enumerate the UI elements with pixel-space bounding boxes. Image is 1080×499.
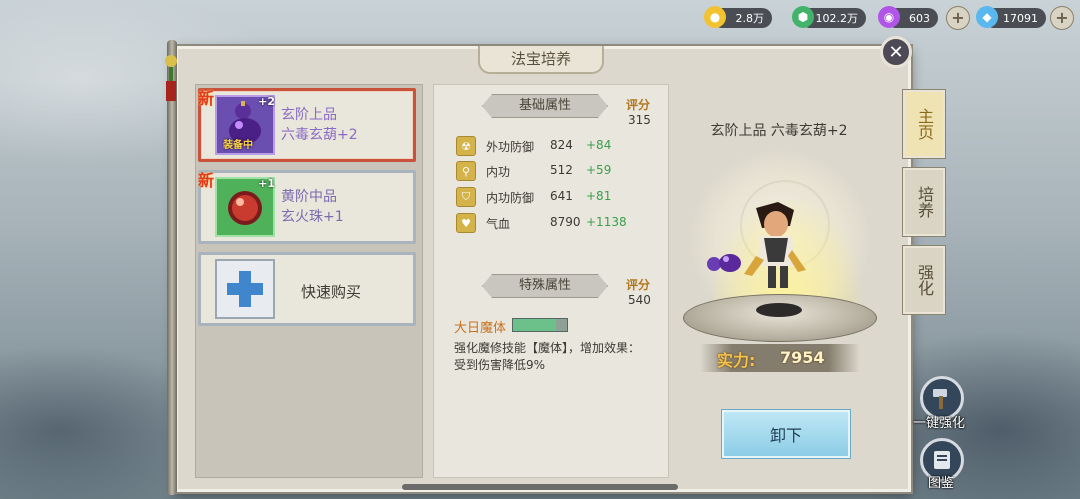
special-score-label: 评分 — [626, 278, 651, 292]
tab-label: 主页 — [915, 108, 934, 140]
attr-name: 内功 — [486, 165, 511, 179]
attr-bonus: +81 — [586, 189, 612, 203]
tab-label: 强化 — [915, 264, 934, 296]
diamond-value: 17091 — [1003, 11, 1038, 25]
horizontal-scrollbar[interactable] — [402, 484, 678, 490]
basic-score-value: 315 — [628, 113, 651, 127]
item-title: 六毒玄葫+2 — [281, 127, 358, 143]
item-frame: +1 — [215, 177, 275, 237]
codex-label: 图鉴 — [928, 476, 955, 491]
quick-buy-button[interactable]: 快速购买 — [198, 252, 416, 326]
attr-value: 8790 — [550, 215, 581, 229]
attr-name: 内功防御 — [486, 191, 535, 205]
panel-title: 法宝培养 — [478, 46, 604, 74]
jade-icon: ⬢ — [792, 6, 814, 28]
gold-counter: ● 2.8万 — [704, 6, 772, 28]
plus-icon — [227, 271, 263, 307]
list-item-gourd[interactable]: +2 装备中 新 玄阶上品 六毒玄葫+2 — [198, 88, 416, 162]
book-icon — [934, 451, 950, 469]
attr-name: 气血 — [486, 217, 511, 231]
attr-bonus: +59 — [586, 163, 612, 177]
magnify-icon: ⚲ — [456, 161, 476, 181]
plus-frame — [215, 259, 275, 319]
basic-score-label: 评分 — [626, 98, 651, 112]
add-orb-button[interactable]: + — [946, 6, 970, 30]
attr-name: 外功防御 — [486, 140, 535, 154]
tab-label: 培养 — [915, 186, 934, 218]
hero-character — [744, 202, 806, 288]
unequip-button[interactable]: 卸下 — [722, 410, 850, 458]
attr-row: ☢ 外功防御 824 +84 — [456, 136, 656, 158]
special-progress-bar — [512, 318, 568, 332]
close-button[interactable]: ✕ — [880, 36, 912, 68]
shield-icon: ⛉ — [456, 187, 476, 207]
equipment-title: 玄阶上品 六毒玄葫+2 — [710, 123, 848, 139]
gold-coin-icon: ● — [704, 6, 726, 28]
purple-orb-icon: ◉ — [878, 6, 900, 28]
item-name: 黄阶中品 玄火珠+1 — [281, 187, 344, 227]
new-badge: 新 — [198, 89, 215, 108]
quick-buy-label: 快速购买 — [301, 283, 362, 301]
crossed-swords-icon: ✕ — [888, 41, 904, 63]
attr-value: 641 — [550, 189, 573, 203]
special-progress-fill — [513, 319, 557, 331]
list-item-fire-pearl[interactable]: +1 新 黄阶中品 玄火珠+1 — [198, 170, 416, 244]
power-value: 7954 — [780, 348, 825, 367]
item-frame: +2 装备中 — [215, 95, 275, 155]
tab-enhance[interactable]: 强化 — [903, 246, 945, 314]
attr-bonus: +1138 — [586, 215, 627, 229]
heart-icon: ♥ — [456, 213, 476, 233]
power-label: 实力: — [717, 351, 756, 370]
basic-attributes-title: 基础属性 — [482, 94, 608, 118]
special-skill-name: 大日魔体 — [454, 321, 507, 336]
purple-orb-counter: ◉ 603 — [878, 6, 938, 28]
attr-row: ⛉ 内功防御 641 +81 — [456, 187, 656, 209]
attr-value: 824 — [550, 138, 573, 152]
purple-orb-value: 603 — [909, 11, 930, 25]
diamond-icon: ◆ — [976, 6, 998, 28]
item-title: 玄火珠+1 — [281, 209, 344, 225]
item-level: +1 — [258, 177, 275, 190]
pedestal — [683, 294, 877, 342]
tab-home[interactable]: 主页 — [903, 90, 945, 158]
gold-value: 2.8万 — [735, 12, 765, 25]
equipped-tag: 装备中 — [223, 140, 253, 151]
add-diamond-button[interactable]: + — [1050, 6, 1074, 30]
attr-row: ♥ 气血 8790 +1138 — [456, 213, 656, 235]
tassel-decoration — [165, 55, 177, 103]
item-name: 玄阶上品 六毒玄葫+2 — [281, 105, 358, 145]
attr-value: 512 — [550, 163, 573, 177]
scroll-rod-decoration — [167, 40, 177, 495]
armor-icon: ☢ — [456, 136, 476, 156]
item-grade: 黄阶中品 — [281, 189, 337, 205]
diamond-counter: ◆ 17091 — [976, 6, 1046, 28]
one-click-enhance-label: 一键强化 — [913, 416, 966, 431]
special-attributes-title: 特殊属性 — [482, 274, 608, 298]
item-grade: 玄阶上品 — [281, 107, 337, 123]
pedestal-hole — [756, 303, 802, 317]
jade-value: 102.2万 — [815, 12, 859, 25]
special-score-value: 540 — [628, 293, 651, 307]
hammer-icon — [933, 389, 947, 409]
tab-cultivate[interactable]: 培养 — [903, 168, 945, 236]
floating-gourd-icon — [707, 254, 741, 272]
jade-counter: ⬢ 102.2万 — [792, 6, 866, 28]
attr-row: ⚲ 内功 512 +59 — [456, 161, 656, 183]
new-badge: 新 — [198, 171, 215, 190]
item-level: +2 — [258, 95, 275, 108]
special-description: 强化魔修技能【魔体】，增加效果：受到伤害降低9% — [454, 341, 641, 372]
attr-bonus: +84 — [586, 138, 612, 152]
